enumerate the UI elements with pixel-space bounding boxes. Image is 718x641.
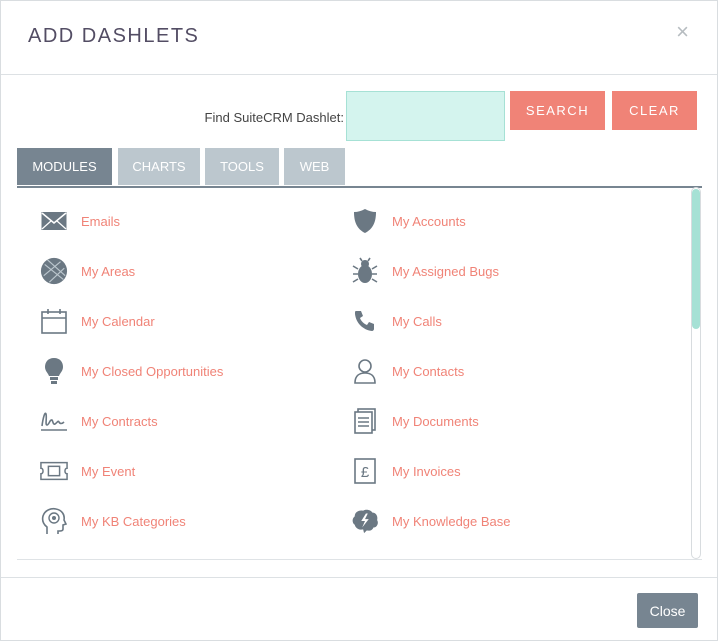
dashlet-label: My Contracts [81,413,158,429]
signature-icon [40,407,68,435]
modal-header: ADD DASHLETS × [1,1,717,75]
dashlet-my-calendar[interactable]: My Calendar [40,306,155,336]
dashlet-label: My Areas [81,263,136,279]
tab-tools[interactable]: TOOLS [205,148,279,185]
brain-icon [351,507,379,535]
search-input[interactable] [346,91,505,141]
phone-icon [351,307,379,335]
search-row: Find SuiteCRM Dashlet: SEARCH CLEAR [1,91,717,143]
search-label: Find SuiteCRM Dashlet: [204,110,344,125]
envelope-icon [40,207,68,235]
dashlet-label: My Assigned Bugs [392,263,499,279]
dashlet-my-knowledge-base[interactable]: My Knowledge Base [351,506,511,536]
tab-web[interactable]: WEB [284,148,345,185]
dashlet-my-documents[interactable]: My Documents [351,406,479,436]
dashlet-my-calls[interactable]: My Calls [351,306,442,336]
modal-title: ADD DASHLETS [28,25,200,47]
dashlet-label: My KB Categories [81,513,186,529]
search-button[interactable]: SEARCH [510,91,605,130]
dashlet-tabs: MODULES CHARTS TOOLS WEB [17,148,702,188]
dashlet-label: My Invoices [392,463,461,479]
tab-modules[interactable]: MODULES [17,148,112,185]
modules-list: Emails My Areas My Calendar My Closed Op… [17,187,702,560]
svg-text:£: £ [361,464,370,481]
dashlet-my-accounts[interactable]: My Accounts [351,206,466,236]
lightbulb-icon [40,357,68,385]
dashlet-label: My Event [81,463,136,479]
dashlet-label: My Knowledge Base [392,513,511,529]
tab-charts[interactable]: CHARTS [118,148,200,185]
dashlet-my-contacts[interactable]: My Contacts [351,356,464,386]
bug-icon [351,257,379,285]
calendar-icon [40,307,68,335]
dashlet-label: My Contacts [392,363,465,379]
dashlet-my-closed-opportunities[interactable]: My Closed Opportunities [40,356,223,386]
dashlet-my-areas[interactable]: My Areas [40,256,135,286]
dashlet-label: My Calls [392,313,442,329]
dashlet-my-contracts[interactable]: My Contracts [40,406,158,436]
person-icon [351,357,379,385]
dashlet-my-invoices[interactable]: £ My Invoices [351,456,461,486]
dashlet-emails[interactable]: Emails [40,206,120,236]
dashlet-label: My Documents [392,413,479,429]
document-icon [351,407,379,435]
dashlet-my-event[interactable]: My Event [40,456,135,486]
head-icon [40,507,68,535]
dashlet-my-assigned-bugs[interactable]: My Assigned Bugs [351,256,499,286]
close-icon[interactable]: × [676,21,689,43]
dashlet-label: My Closed Opportunities [81,363,224,379]
shield-icon [351,207,379,235]
clear-button[interactable]: CLEAR [612,91,697,130]
close-button[interactable]: Close [637,593,698,628]
dashlet-my-kb-categories[interactable]: My KB Categories [40,506,186,536]
add-dashlets-modal: ADD DASHLETS × Find SuiteCRM Dashlet: SE… [0,0,718,641]
pound-invoice-icon: £ [351,457,379,485]
scrollbar-thumb[interactable] [692,189,700,329]
dashlet-label: My Accounts [392,213,466,229]
modal-footer: Close [1,577,717,641]
ticket-icon [40,457,68,485]
modules-scrollbar[interactable] [691,187,701,559]
dashlet-label: My Calendar [81,313,155,329]
areas-icon [40,257,68,285]
dashlet-label: Emails [81,213,121,229]
